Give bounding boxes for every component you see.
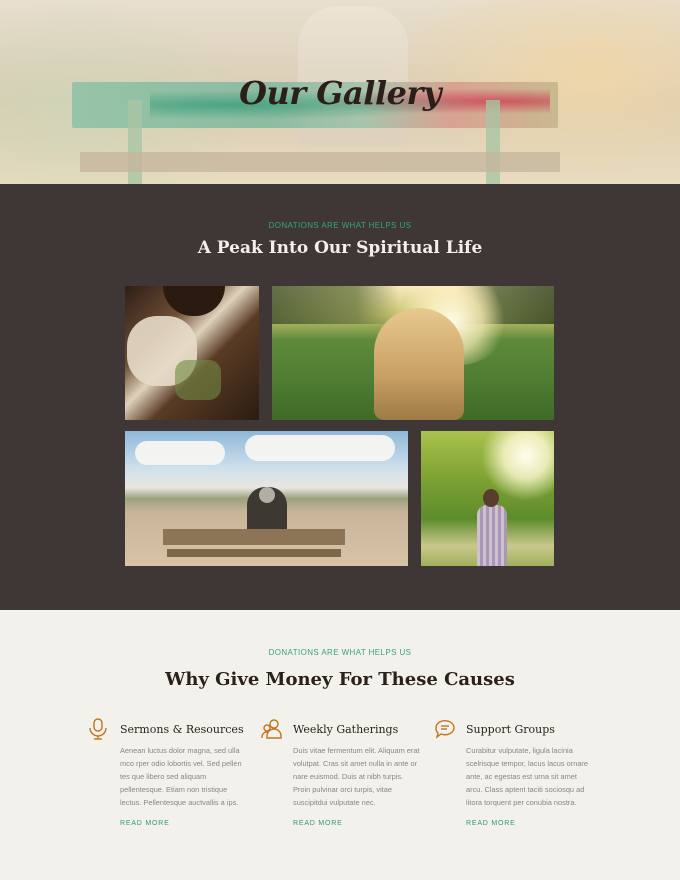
photo-detail xyxy=(245,435,395,461)
hero-banner: Our Gallery xyxy=(0,0,680,184)
gallery-section: DONATIONS ARE WHAT HELPS US A Peak Into … xyxy=(0,184,680,610)
photo-detail xyxy=(259,487,275,503)
causes-eyebrow: DONATIONS ARE WHAT HELPS US xyxy=(268,648,412,657)
photo-detail xyxy=(374,308,464,420)
read-more-link[interactable]: READ MORE xyxy=(120,820,170,827)
gallery-heading: A Peak Into Our Spiritual Life xyxy=(197,238,483,258)
read-more-link[interactable]: READ MORE xyxy=(466,820,516,827)
photo-detail xyxy=(167,549,341,557)
microphone-icon xyxy=(88,718,110,740)
cause-title: Weekly Gatherings xyxy=(293,723,399,736)
cause-title: Support Groups xyxy=(466,723,555,736)
cause-description: Aenean luctus dolor magna, sed ulla mco … xyxy=(120,746,242,807)
gallery-eyebrow: DONATIONS ARE WHAT HELPS US xyxy=(268,221,412,230)
gallery-photo-musician[interactable] xyxy=(125,286,259,420)
cause-title: Sermons & Resources xyxy=(120,723,244,736)
photo-detail xyxy=(483,489,499,507)
gallery-photo-field-woman[interactable] xyxy=(272,286,554,420)
read-more-link[interactable]: READ MORE xyxy=(293,820,343,827)
photo-detail xyxy=(175,360,221,400)
chat-bubble-icon xyxy=(434,718,456,740)
photo-detail xyxy=(163,529,345,545)
causes-section: DONATIONS ARE WHAT HELPS US Why Give Mon… xyxy=(0,610,680,880)
gallery-photo-bench[interactable] xyxy=(125,431,408,566)
causes-heading: Why Give Money For These Causes xyxy=(165,669,515,690)
page-title: Our Gallery xyxy=(239,74,441,112)
gallery-photo-prayer[interactable] xyxy=(421,431,554,566)
cause-description: Duis vitae fermentum elit. Aliquam erat … xyxy=(293,746,420,807)
hero-bench-seat xyxy=(80,152,560,172)
cause-description: Curabitur vulputate, ligula lacinia scel… xyxy=(466,746,589,807)
photo-detail xyxy=(163,286,225,316)
photo-detail xyxy=(135,441,225,465)
people-icon xyxy=(261,718,283,740)
photo-detail xyxy=(477,505,507,566)
